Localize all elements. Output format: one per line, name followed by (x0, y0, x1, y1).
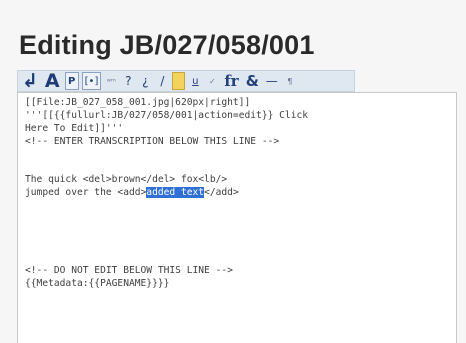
page-title: Editing JB/027/058/001 (19, 30, 315, 60)
foreign-button[interactable]: fr (222, 72, 240, 90)
underline-button[interactable]: u (188, 72, 202, 90)
sic-button[interactable]: ¿ (138, 72, 152, 90)
line-text: jumped over the <add> (25, 187, 147, 198)
dash-button[interactable]: — (264, 72, 280, 90)
note-button[interactable]: ¶ (283, 72, 297, 90)
undo-icon[interactable]: ↲ (20, 70, 40, 92)
insert-button[interactable]: [•] (81, 72, 102, 90)
marginal-button[interactable]: ✓ (205, 72, 219, 90)
editor-line: <!-- DO NOT EDIT BELOW THIS LINE --> (25, 265, 233, 276)
transcription-toolbar: ↲ A P [•] ʷᵐ ? ¿ / u ✓ fr & — ¶ (17, 70, 355, 92)
ampersand-button[interactable]: & (244, 72, 261, 90)
editor-line: Here To Edit]]''' (25, 123, 124, 134)
small-button[interactable]: ʷᵐ (104, 72, 118, 90)
selected-text[interactable]: added text (146, 187, 205, 198)
line-text-after: </add> (204, 187, 239, 198)
wikitext-editor[interactable]: [[File:JB_027_058_001.jpg|620px|right]] … (17, 92, 457, 343)
editor-line: <!-- ENTER TRANSCRIPTION BELOW THIS LINE… (25, 136, 280, 147)
editor-page: Editing JB/027/058/001 ↲ A P [•] ʷᵐ ? ¿ … (0, 0, 466, 343)
strike-button[interactable]: / (155, 72, 169, 90)
question-button[interactable]: ? (121, 72, 135, 90)
paragraph-button[interactable]: P (64, 72, 79, 90)
editor-line: '''[[{{fullurl:JB/027/058/001|action=edi… (25, 110, 309, 121)
editor-line: The quick <del>brown</del> fox<lb/> (25, 174, 228, 185)
editor-line: jumped over the <add>added text</add> (25, 187, 239, 198)
editor-line: {{Metadata:{{PAGENAME}}}} (25, 278, 170, 289)
font-size-icon[interactable]: A (43, 70, 62, 92)
highlight-icon[interactable] (172, 72, 186, 90)
editor-line: [[File:JB_027_058_001.jpg|620px|right]] (25, 97, 251, 108)
